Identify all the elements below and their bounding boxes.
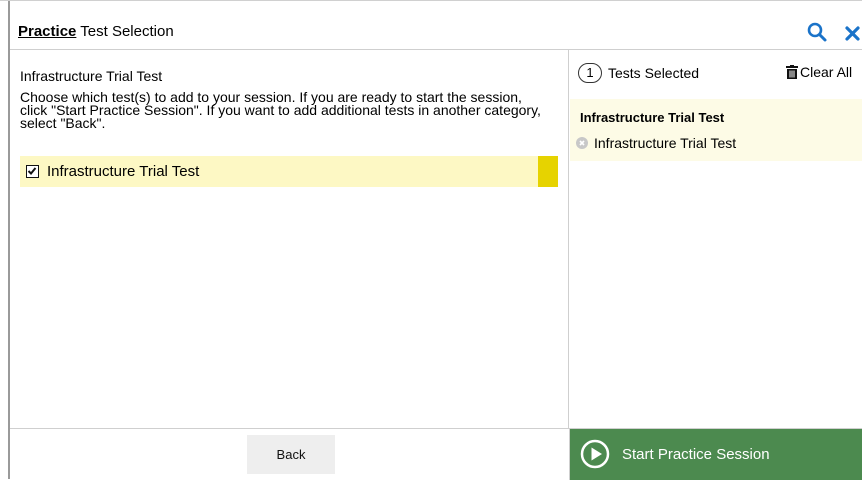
test-list-pane: Infrastructure Trial Test Choose which t… <box>10 50 569 428</box>
category-title: Infrastructure Trial Test <box>20 68 163 84</box>
start-practice-session-label: Start Practice Session <box>622 446 770 463</box>
page-title-strong: Practice <box>18 23 77 40</box>
selected-item: Infrastructure Trial Test <box>576 135 736 151</box>
remove-icon <box>579 140 585 146</box>
test-selection-window: Practice Test Selection Infrastructure T… <box>0 0 862 480</box>
test-checkbox[interactable] <box>26 165 39 178</box>
clear-all-label: Clear All <box>800 64 853 80</box>
search-button[interactable] <box>806 21 828 43</box>
selected-count-badge: 1 <box>578 63 602 83</box>
selected-item-label: Infrastructure Trial Test <box>594 135 737 151</box>
selected-group-name: Infrastructure Trial Test <box>580 110 725 125</box>
play-icon <box>580 439 610 469</box>
trash-icon <box>786 65 798 79</box>
footer-bar: Back Start Practice Session <box>10 428 862 480</box>
remove-test-button[interactable] <box>576 137 588 149</box>
test-label: Infrastructure Trial Test <box>47 163 200 180</box>
start-practice-session-button[interactable]: Start Practice Session <box>570 429 862 480</box>
selected-count-label: Tests Selected <box>608 65 700 81</box>
clear-all-button[interactable]: Clear All <box>786 64 852 80</box>
header-bar: Practice Test Selection <box>10 15 862 50</box>
selected-tests-pane: 1 Tests Selected Clear All Infrastructur… <box>570 50 862 428</box>
page-title-rest: Test Selection <box>76 23 174 40</box>
checkmark-icon <box>27 167 37 175</box>
test-row[interactable]: Infrastructure Trial Test <box>20 156 558 187</box>
instructions-text: Choose which test(s) to add to your sess… <box>20 89 541 131</box>
selected-marker <box>538 156 558 187</box>
selected-group: Infrastructure Trial Test Infrastructure… <box>570 99 862 161</box>
back-button[interactable]: Back <box>247 435 335 474</box>
search-icon <box>807 22 827 42</box>
close-button[interactable] <box>844 23 862 43</box>
page-title: Practice Test Selection <box>18 23 174 40</box>
close-icon <box>845 26 860 41</box>
